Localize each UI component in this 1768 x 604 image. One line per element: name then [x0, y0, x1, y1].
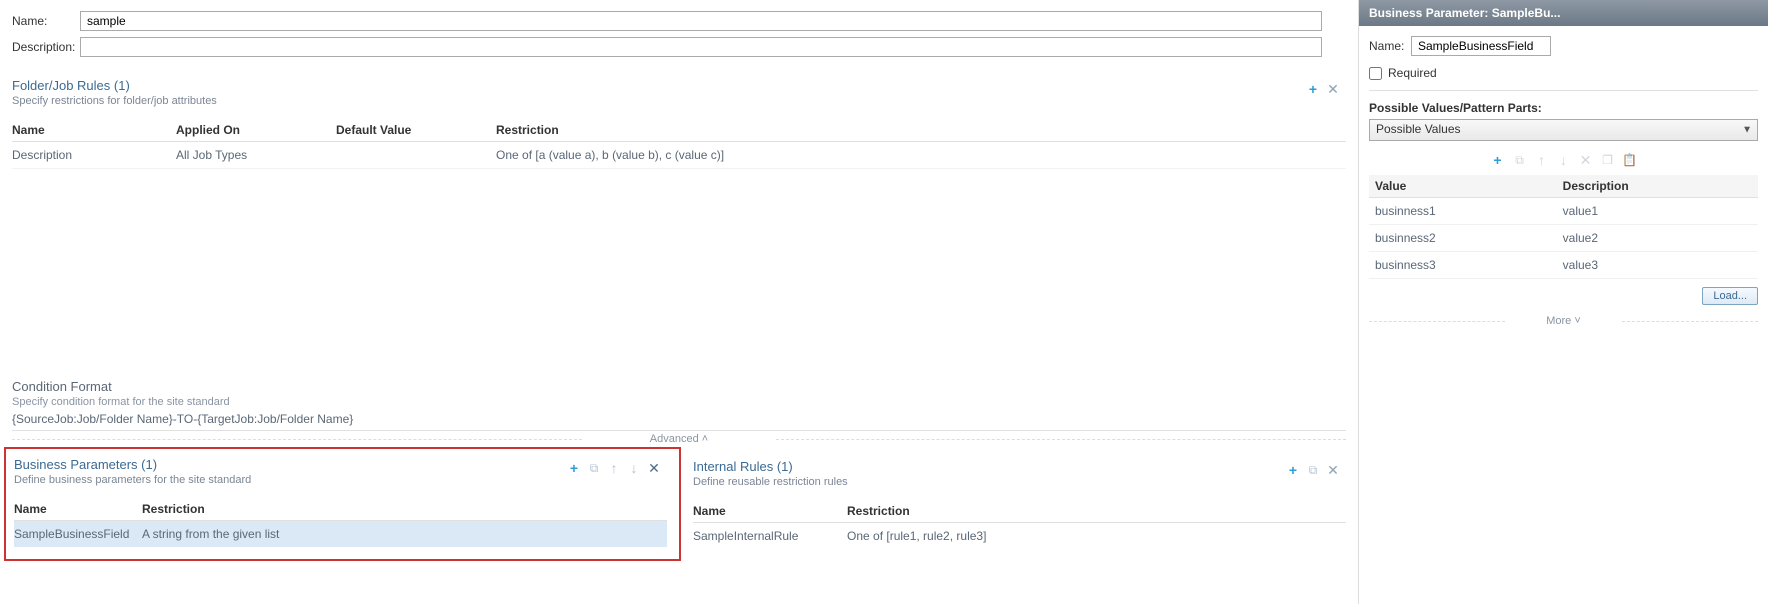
move-value-down-icon[interactable]: ↓: [1557, 153, 1571, 167]
side-name-row: Name:: [1369, 36, 1758, 56]
possible-values-table: Value Description businness1 value1 busi…: [1369, 175, 1758, 279]
possible-values-select-value: Possible Values: [1369, 119, 1758, 141]
business-parameter-side-panel: Business Parameter: SampleBu... Name: Re…: [1358, 0, 1768, 604]
col-description: Description: [1557, 175, 1758, 198]
cell-restriction: One of [rule1, rule2, rule3]: [847, 523, 1346, 550]
folder-job-rules-table: Name Applied On Default Value Restrictio…: [12, 119, 1346, 169]
cell-applied: All Job Types: [176, 142, 336, 169]
divider: [1369, 90, 1758, 91]
col-restriction: Restriction: [496, 119, 1346, 142]
business-parameters-subtitle: Define business parameters for the site …: [14, 474, 251, 486]
possible-values-select[interactable]: Possible Values ▼: [1369, 119, 1758, 141]
cell-value: businness1: [1369, 198, 1557, 225]
col-value: Value: [1369, 175, 1557, 198]
delete-business-param-icon[interactable]: ✕: [647, 461, 661, 475]
col-restriction: Restriction: [142, 498, 667, 521]
duplicate-value-icon[interactable]: ⧉: [1513, 153, 1527, 167]
col-restriction: Restriction: [847, 500, 1346, 523]
table-row[interactable]: businness3 value3: [1369, 252, 1758, 279]
delete-value-icon[interactable]: ✕: [1579, 153, 1593, 167]
business-parameters-panel: Business Parameters (1) Define business …: [4, 447, 681, 561]
business-parameters-table: Name Restriction SampleBusinessField A s…: [14, 498, 667, 547]
internal-rules-title: Internal Rules (1): [693, 459, 848, 474]
cell-description: value1: [1557, 198, 1758, 225]
col-name: Name: [12, 119, 176, 142]
values-toolbar: + ⧉ ↑ ↓ ✕ ❐ 📋: [1369, 149, 1758, 175]
add-business-param-icon[interactable]: +: [567, 461, 581, 475]
table-row[interactable]: businness1 value1: [1369, 198, 1758, 225]
move-value-up-icon[interactable]: ↑: [1535, 153, 1549, 167]
internal-rules-subtitle: Define reusable restriction rules: [693, 476, 848, 488]
internal-rules-table: Name Restriction SampleInternalRule One …: [693, 500, 1346, 549]
move-up-icon[interactable]: ↑: [607, 461, 621, 475]
side-name-label: Name:: [1369, 39, 1411, 53]
move-down-icon[interactable]: ↓: [627, 461, 641, 475]
add-internal-rule-icon[interactable]: +: [1286, 463, 1300, 477]
name-row: Name:: [0, 8, 1358, 34]
main-editor-area: Name: Description: Folder/Job Rules (1) …: [0, 0, 1358, 604]
required-row: Required: [1369, 66, 1758, 80]
condition-format-title: Condition Format: [12, 379, 1346, 394]
description-row: Description:: [0, 34, 1358, 60]
table-row[interactable]: businness2 value2: [1369, 225, 1758, 252]
cell-name: SampleInternalRule: [693, 523, 847, 550]
chevron-down-icon: ▼: [1742, 125, 1752, 136]
folder-job-rules-title: Folder/Job Rules (1): [12, 78, 217, 93]
cell-value: businness2: [1369, 225, 1557, 252]
cell-description: value2: [1557, 225, 1758, 252]
name-label: Name:: [12, 14, 80, 28]
table-row[interactable]: Description All Job Types One of [a (val…: [12, 142, 1346, 169]
side-name-input[interactable]: [1411, 36, 1551, 56]
more-toggle[interactable]: More ˅: [1369, 315, 1758, 327]
add-rule-icon[interactable]: +: [1306, 82, 1320, 96]
load-button[interactable]: Load...: [1702, 287, 1758, 305]
cell-value: businness3: [1369, 252, 1557, 279]
cell-restriction: A string from the given list: [142, 521, 667, 548]
col-applied: Applied On: [176, 119, 336, 142]
col-name: Name: [14, 498, 142, 521]
table-row[interactable]: SampleBusinessField A string from the gi…: [14, 521, 667, 548]
required-label: Required: [1388, 66, 1437, 80]
duplicate-business-param-icon[interactable]: ⧉: [587, 461, 601, 475]
col-default: Default Value: [336, 119, 496, 142]
advanced-toggle[interactable]: Advanced ˄: [0, 431, 1358, 447]
more-label: More: [1546, 315, 1571, 327]
chevron-down-icon: ˅: [1574, 315, 1580, 327]
copy-value-icon[interactable]: ❐: [1601, 153, 1615, 167]
description-input[interactable]: [80, 37, 1322, 57]
cell-default: [336, 142, 496, 169]
business-parameters-title: Business Parameters (1): [14, 457, 251, 472]
delete-internal-rule-icon[interactable]: ✕: [1326, 463, 1340, 477]
required-checkbox[interactable]: [1369, 67, 1382, 80]
cell-name: Description: [12, 142, 176, 169]
delete-rule-icon[interactable]: ✕: [1326, 82, 1340, 96]
condition-format-section: Condition Format Specify condition forma…: [0, 379, 1358, 431]
condition-format-subtitle: Specify condition format for the site st…: [12, 396, 1346, 408]
name-input[interactable]: [80, 11, 1322, 31]
folder-job-rules-subtitle: Specify restrictions for folder/job attr…: [12, 95, 217, 107]
table-row[interactable]: SampleInternalRule One of [rule1, rule2,…: [693, 523, 1346, 550]
paste-value-icon[interactable]: 📋: [1623, 153, 1637, 167]
advanced-panels: Business Parameters (1) Define business …: [0, 447, 1358, 561]
cell-description: value3: [1557, 252, 1758, 279]
condition-format-value: {SourceJob:Job/Folder Name}-TO-{TargetJo…: [12, 412, 1346, 431]
possible-values-label: Possible Values/Pattern Parts:: [1369, 101, 1758, 115]
folder-job-rules-header-row: Folder/Job Rules (1) Specify restriction…: [12, 78, 1346, 107]
description-label: Description:: [12, 40, 80, 54]
chevron-up-icon: ˄: [702, 433, 708, 445]
add-value-icon[interactable]: +: [1491, 153, 1505, 167]
side-panel-header: Business Parameter: SampleBu...: [1359, 0, 1768, 26]
folder-job-rules-section: Folder/Job Rules (1) Specify restriction…: [0, 78, 1358, 169]
duplicate-internal-rule-icon[interactable]: ⧉: [1306, 463, 1320, 477]
advanced-label: Advanced: [650, 433, 699, 445]
internal-rules-panel: Internal Rules (1) Define reusable restr…: [681, 447, 1358, 561]
col-name: Name: [693, 500, 847, 523]
cell-restriction: One of [a (value a), b (value b), c (val…: [496, 142, 1346, 169]
cell-name: SampleBusinessField: [14, 521, 142, 548]
